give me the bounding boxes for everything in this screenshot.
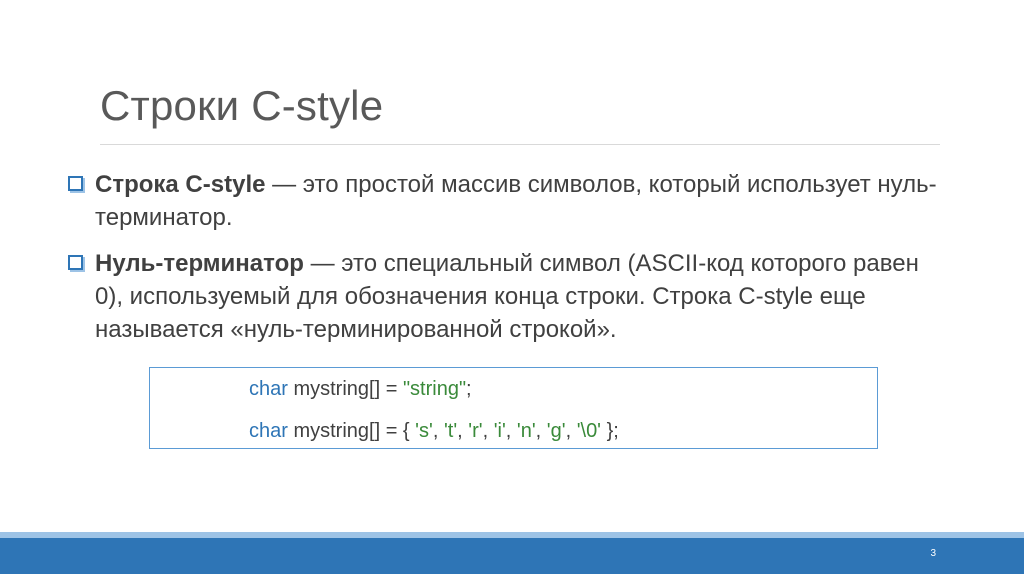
code-block: char mystring[] = "string"; char mystrin… xyxy=(149,367,878,449)
footer-bar: 3 xyxy=(0,538,1024,574)
page-number: 3 xyxy=(930,548,936,559)
code-char-literal: 'g' xyxy=(546,420,566,442)
code-line-2: char mystring[] = { 's', 't', 'r', 'i', … xyxy=(249,420,619,443)
code-char-literal: 'i' xyxy=(493,420,506,442)
code-char-literal: 't' xyxy=(443,420,458,442)
code-char-literal: '\0' xyxy=(576,420,602,442)
code-char-literal: 's' xyxy=(415,420,433,442)
bullet-term: Нуль-терминатор xyxy=(95,250,304,277)
code-separator: , xyxy=(432,420,444,442)
code-keyword: char xyxy=(249,420,288,442)
code-separator: , xyxy=(457,420,469,442)
code-char-literal: 'n' xyxy=(516,420,536,442)
code-separator: , xyxy=(505,420,517,442)
bullet-term: Строка C-style xyxy=(95,171,266,198)
code-terminator: }; xyxy=(601,420,619,442)
bullet-item: Строка C-style — это простой массив симв… xyxy=(68,168,948,234)
code-separator: , xyxy=(565,420,577,442)
square-bullet-icon xyxy=(68,255,83,270)
code-string-literal: "string" xyxy=(402,378,467,400)
code-separator: , xyxy=(482,420,494,442)
code-declaration: mystring[] = xyxy=(287,378,403,400)
code-line-1: char mystring[] = "string"; xyxy=(249,378,472,401)
code-keyword: char xyxy=(249,378,288,400)
square-bullet-icon xyxy=(68,176,83,191)
bullet-item: Нуль-терминатор — это специальный символ… xyxy=(68,247,948,346)
bullet-list: Строка C-style — это простой массив симв… xyxy=(68,168,948,346)
code-char-literal: 'r' xyxy=(468,420,483,442)
code-declaration: mystring[] = { xyxy=(287,420,416,442)
code-terminator: ; xyxy=(466,378,472,400)
code-separator: , xyxy=(535,420,547,442)
title-divider xyxy=(100,144,940,145)
slide-title: Строки C-style xyxy=(100,82,384,129)
